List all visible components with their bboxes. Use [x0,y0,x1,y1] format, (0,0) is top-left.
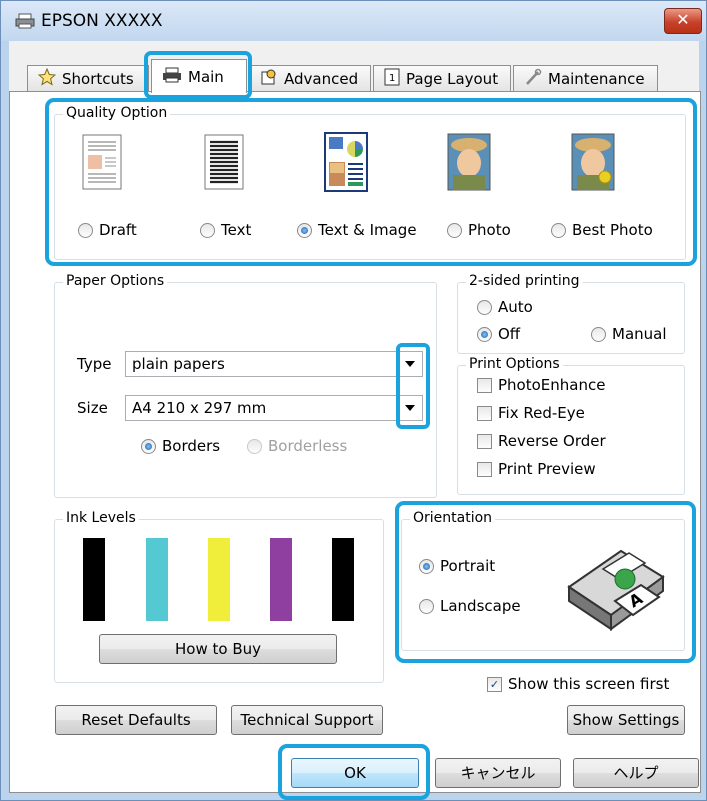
type-label: Type [77,355,112,373]
group-title: Paper Options [63,273,168,289]
tab-maintenance[interactable]: Maintenance [513,65,658,91]
show-this-screen-first-checkbox[interactable]: ✓ [487,676,502,692]
ink-level-photo-black [332,538,354,621]
paper-size-select[interactable]: A4 210 x 297 mm [125,395,423,421]
group-title: 2-sided printing [466,273,583,289]
show-this-screen-first-option[interactable]: ✓ Show this screen first [487,675,669,693]
option-label: Reverse Order [498,432,606,450]
option-label: Show this screen first [508,675,670,693]
borderless-radio[interactable] [247,438,262,454]
option-label: Fix Red-Eye [498,404,585,422]
tab-label: Shortcuts [62,69,134,88]
paper-options-group: Paper Options [54,273,437,498]
paper-size-value: A4 210 x 297 mm [132,399,267,417]
two-sided-manual-radio[interactable] [591,326,606,342]
size-label: Size [77,399,108,417]
two-sided-auto-option[interactable]: Auto [477,298,533,316]
borders-radio[interactable] [141,438,156,454]
main-tab-highlight [144,51,252,99]
reverse-order-checkbox[interactable] [477,433,492,449]
tab-shortcuts[interactable]: Shortcuts [27,65,149,91]
star-icon [37,67,57,90]
ink-level-black [83,538,105,621]
ink-level-yellow [208,538,230,621]
two-sided-printing-group: 2-sided printing [457,273,685,354]
how-to-buy-button[interactable]: How to Buy [99,634,337,664]
paper-type-value: plain papers [132,355,225,373]
borderless-option[interactable]: Borderless [247,437,347,455]
option-label: Manual [612,325,667,343]
cancel-button[interactable]: キャンセル [435,758,561,788]
group-title: Print Options [466,356,563,372]
close-button[interactable]: ✕ [664,8,702,34]
quality-option-highlight [45,98,697,266]
technical-support-button[interactable]: Technical Support [231,705,383,735]
print-preview-checkbox[interactable] [477,461,492,477]
two-sided-manual-option[interactable]: Manual [591,325,667,343]
option-label: Auto [498,298,533,316]
ink-level-magenta [270,538,292,621]
fix-red-eye-option[interactable]: Fix Red-Eye [477,404,585,422]
reverse-order-option[interactable]: Reverse Order [477,432,606,450]
window-title: EPSON XXXXX [41,11,163,31]
page-layout-icon: 1 [384,68,400,90]
tab-label: Maintenance [548,69,645,88]
fix-red-eye-checkbox[interactable] [477,405,492,421]
tab-label: Advanced [284,69,359,88]
advanced-icon [260,68,278,90]
dropdown-arrows-highlight [396,343,430,429]
option-label: Borders [162,437,221,455]
two-sided-off-option[interactable]: Off [477,325,520,343]
tab-label: Page Layout [406,69,499,88]
borders-option[interactable]: Borders [141,437,220,455]
title-bar: EPSON XXXXX ✕ [1,1,706,41]
option-label: PhotoEnhance [498,376,606,394]
tab-advanced[interactable]: Advanced [249,65,371,91]
ink-level-cyan [146,538,168,621]
svg-text:1: 1 [389,73,395,84]
print-preview-option[interactable]: Print Preview [477,460,596,478]
two-sided-auto-radio[interactable] [477,299,492,315]
reset-defaults-button[interactable]: Reset Defaults [55,705,217,735]
option-label: Borderless [268,437,348,455]
help-button[interactable]: ヘルプ [573,758,699,788]
tab-page-layout[interactable]: 1 Page Layout [373,65,511,91]
printer-app-icon [15,13,35,29]
wrench-icon [524,68,542,90]
ok-highlight [278,744,430,800]
group-title: Ink Levels [63,510,139,526]
option-label: Print Preview [498,460,596,478]
photo-enhance-checkbox[interactable] [477,377,492,393]
printer-properties-window: EPSON XXXXX ✕ Shortcuts Main Advanced 1 … [0,0,707,801]
paper-type-select[interactable]: plain papers [125,351,423,377]
orientation-highlight [395,501,696,663]
option-label: Off [498,325,521,343]
two-sided-off-radio[interactable] [477,326,492,342]
photo-enhance-option[interactable]: PhotoEnhance [477,376,605,394]
show-settings-button[interactable]: Show Settings [567,705,685,735]
